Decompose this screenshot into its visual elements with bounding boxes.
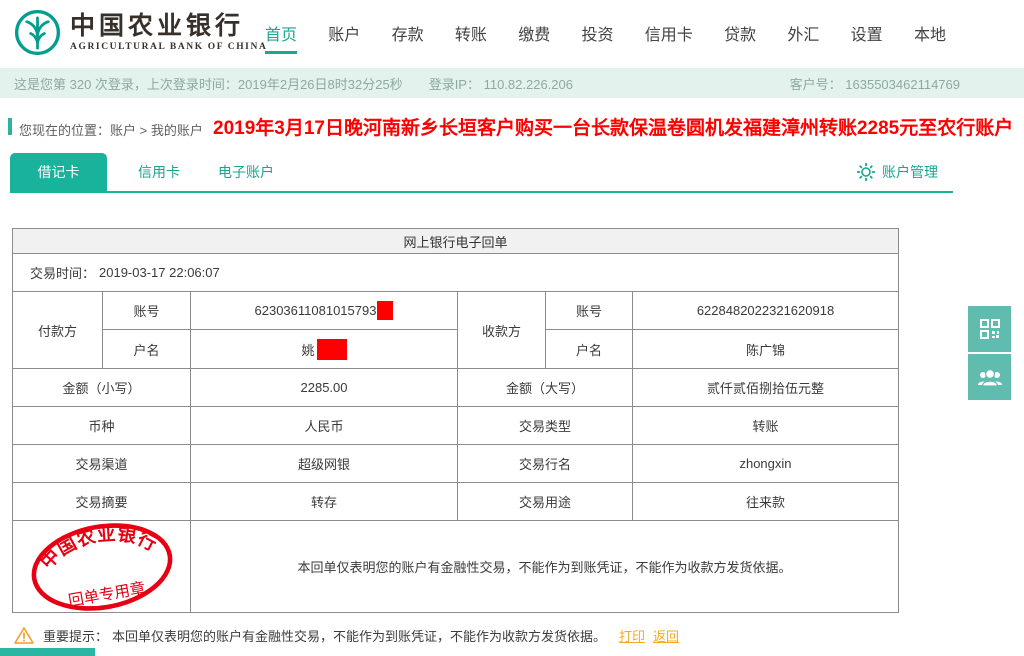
- e-receipt-table: 网上银行电子回单 交易时间： 2019-03-17 22:06:07 付款方 账…: [12, 228, 899, 613]
- people-icon: [977, 364, 1003, 390]
- row-label: 交易渠道: [13, 445, 191, 483]
- nav-item-transfer[interactable]: 转账: [455, 21, 487, 45]
- nav-item-local[interactable]: 本地: [914, 21, 946, 45]
- row-label: 金额（小写）: [13, 369, 191, 407]
- warning-icon: [14, 626, 34, 645]
- nav-item-investment[interactable]: 投资: [581, 21, 613, 45]
- row-label: 金额（大写）: [458, 369, 633, 407]
- payer-section-label: 付款方: [13, 292, 103, 369]
- row-value: zhongxin: [633, 445, 898, 483]
- nav-item-settings[interactable]: 设置: [851, 21, 883, 45]
- row-value: 2285.00: [191, 369, 458, 407]
- payee-name-label: 户名: [546, 330, 633, 369]
- bank-logo: 中国农业银行 AGRICULTURAL BANK OF CHINA: [14, 9, 267, 56]
- breadcrumb-accent-bar: [8, 118, 12, 135]
- payer-account-number: 62303611081015793: [255, 303, 377, 318]
- back-link[interactable]: 返回: [653, 626, 679, 645]
- detail-rows-grid: 金额（小写） 2285.00 金额（大写） 贰仟贰佰捌拾伍元整 币种 人民币 交…: [13, 369, 898, 521]
- gear-icon: [857, 163, 875, 181]
- account-tabs: 借记卡 信用卡 电子账户 账户管理: [0, 152, 1024, 193]
- payee-name-value: 陈广锦: [633, 330, 898, 369]
- transaction-time-label: 交易时间：: [30, 263, 95, 282]
- customer-number-text: 客户号： 1635503462114769: [790, 74, 960, 93]
- login-ip-text: 登录IP： 110.82.226.206: [429, 74, 573, 93]
- notice-text: 本回单仅表明您的账户有金融性交易，不能作为到账凭证，不能作为收款方发货依据。: [112, 626, 606, 645]
- payer-name-label: 户名: [103, 330, 191, 369]
- row-value: 超级网银: [191, 445, 458, 483]
- payee-section-label: 收款方: [458, 292, 546, 369]
- payer-payee-grid: 付款方 账号 62303611081015793 收款方 账号 62284820…: [13, 292, 898, 369]
- redaction-box: [377, 301, 393, 320]
- bank-name-en: AGRICULTURAL BANK OF CHINA: [70, 42, 267, 52]
- payee-account-value: 6228482022321620918: [633, 292, 898, 330]
- tab-debit-card[interactable]: 借记卡: [10, 153, 107, 191]
- row-value: 转账: [633, 407, 898, 445]
- nav-item-loans[interactable]: 贷款: [724, 21, 756, 45]
- breadcrumb: 您现在的位置：账户 > 我的账户: [19, 120, 203, 139]
- payer-name-value: 姚: [191, 330, 458, 369]
- nav-item-payments[interactable]: 缴费: [518, 21, 550, 45]
- important-notice: 重要提示：本回单仅表明您的账户有金融性交易，不能作为到账凭证，不能作为收款方发货…: [14, 620, 679, 650]
- row-label: 交易类型: [458, 407, 633, 445]
- nav-item-deposits[interactable]: 存款: [392, 21, 424, 45]
- tabs-underline: [10, 191, 953, 193]
- footer-bar-fragment: [0, 648, 95, 656]
- print-link[interactable]: 打印: [619, 626, 645, 645]
- login-info-bar: 这是您第 320 次登录，上次登录时间：2019年2月26日8时32分25秒 登…: [0, 68, 1024, 98]
- row-value: 人民币: [191, 407, 458, 445]
- bank-name-cn: 中国农业银行: [70, 13, 267, 41]
- receipt-disclaimer: 本回单仅表明您的账户有金融性交易，不能作为到账凭证，不能作为收款方发货依据。: [191, 521, 898, 612]
- stamp-cell: 中国农业银行 回单专用章: [13, 521, 191, 612]
- payer-name: 姚: [301, 340, 314, 359]
- qr-code-icon: [978, 317, 1002, 341]
- qr-code-button[interactable]: [968, 306, 1011, 352]
- payer-account-value: 62303611081015793: [191, 292, 458, 330]
- redaction-box: [317, 339, 347, 360]
- breadcrumb-row: 您现在的位置：账户 > 我的账户 2019年3月17日晚河南新乡长垣客户购买一台…: [0, 105, 1024, 150]
- abc-online-banking-page: 中国农业银行 AGRICULTURAL BANK OF CHINA 首页 账户 …: [0, 0, 1024, 656]
- main-nav: 首页 账户 存款 转账 缴费 投资 信用卡 贷款 外汇 设置 本地: [265, 0, 946, 66]
- row-label: 交易行名: [458, 445, 633, 483]
- receipt-title: 网上银行电子回单: [13, 229, 898, 254]
- nav-item-accounts[interactable]: 账户: [328, 21, 360, 45]
- nav-item-credit-card[interactable]: 信用卡: [645, 21, 693, 45]
- bank-logo-icon: [14, 9, 61, 56]
- account-manage-label: 账户管理: [882, 162, 938, 182]
- notice-label: 重要提示：: [43, 626, 108, 645]
- header: 中国农业银行 AGRICULTURAL BANK OF CHINA 首页 账户 …: [0, 0, 1024, 66]
- nav-item-forex[interactable]: 外汇: [787, 21, 819, 45]
- bank-logo-text: 中国农业银行 AGRICULTURAL BANK OF CHINA: [70, 13, 267, 53]
- transaction-time-value: 2019-03-17 22:06:07: [99, 265, 220, 280]
- transaction-time-row: 交易时间： 2019-03-17 22:06:07: [13, 254, 898, 292]
- payee-account-label: 账号: [546, 292, 633, 330]
- row-value: 贰仟贰佰捌拾伍元整: [633, 369, 898, 407]
- customer-service-button[interactable]: [968, 354, 1011, 400]
- row-label: 币种: [13, 407, 191, 445]
- annotation-text: 2019年3月17日晚河南新乡长垣客户购买一台长款保温卷圆机发福建漳州转账228…: [213, 113, 1013, 140]
- payer-account-label: 账号: [103, 292, 191, 330]
- stamp-row: 中国农业银行 回单专用章 本回单仅表明您的账户有金融性交易，不能作为到账凭证，不…: [13, 521, 898, 612]
- row-label: 交易用途: [458, 483, 633, 521]
- login-count-text: 这是您第 320 次登录，上次登录时间：2019年2月26日8时32分25秒: [14, 74, 403, 93]
- account-manage-button[interactable]: 账户管理: [857, 153, 938, 191]
- bank-receipt-stamp: 中国农业银行 回单专用章: [16, 509, 187, 623]
- tab-credit-card[interactable]: 信用卡: [128, 153, 190, 191]
- tab-e-account[interactable]: 电子账户: [203, 153, 289, 191]
- nav-item-home[interactable]: 首页: [265, 21, 297, 45]
- row-value: 往来款: [633, 483, 898, 521]
- side-toolbar: [968, 306, 1011, 400]
- row-value: 转存: [191, 483, 458, 521]
